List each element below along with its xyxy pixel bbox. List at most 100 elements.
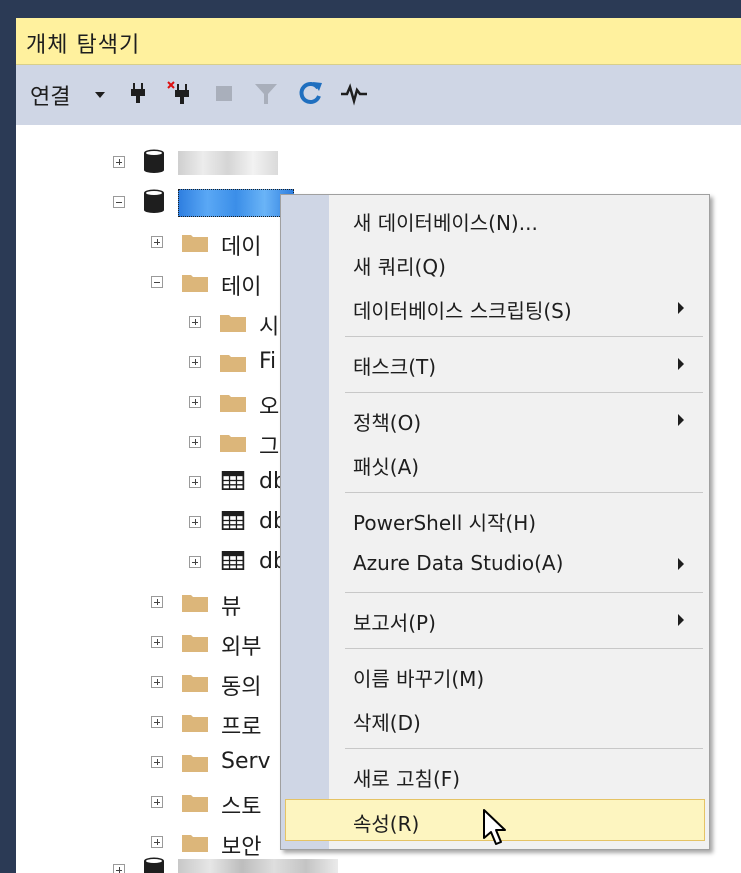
menu-separator [345,336,703,337]
menu-item-facets[interactable]: 패싯(A) [285,443,705,483]
tree-item[interactable]: 뷰 [16,583,306,623]
menu-item-start-powershell[interactable]: PowerShell 시작(H) [285,499,705,539]
tree-item[interactable]: Serv [16,743,306,783]
menu-item-label: 새 쿼리(Q) [353,255,446,279]
tree-item-label: 프로 [221,715,262,740]
database-icon [144,857,164,873]
menu-item-policies[interactable]: 정책(O) [285,399,705,439]
tree-item[interactable]: 오 [16,383,306,423]
menu-item-label: 보고서(P) [353,611,436,635]
menu-item-label: 새로 고침(F) [353,767,461,791]
folder-icon [182,675,208,692]
menu-item-label: 새 데이터베이스(N)... [353,211,538,235]
menu-separator [345,648,703,649]
expand-icon[interactable] [151,636,163,648]
expand-icon[interactable] [151,756,163,768]
menu-item-rename[interactable]: 이름 바꾸기(M) [285,655,705,695]
submenu-arrow-icon [678,558,684,570]
folder-icon [182,635,208,652]
menu-item-label: 패싯(A) [353,455,420,479]
folder-icon [220,315,246,332]
refresh-icon[interactable] [297,79,325,107]
mouse-pointer-icon [483,809,506,845]
tree-item[interactable]: 데이 [16,223,306,263]
tree-item[interactable]: db [16,463,306,503]
tree-node-database-selected[interactable] [16,183,316,223]
tree-item[interactable]: 테이 [16,263,306,303]
expand-icon[interactable] [151,716,163,728]
tree-item[interactable]: 시 [16,303,306,343]
tree-item-label: 뷰 [221,595,242,620]
tree-item-label: 테이 [221,275,262,300]
folder-icon [182,235,208,252]
tree-item[interactable]: 동의 [16,663,306,703]
panel-title-bar[interactable]: 개체 탐색기 [16,18,741,65]
expand-icon[interactable] [189,476,201,488]
disconnect-plug-icon[interactable] [166,79,194,107]
expand-icon[interactable] [113,156,125,168]
expand-icon[interactable] [189,396,201,408]
expand-icon[interactable] [189,556,201,568]
menu-item-reports[interactable]: 보고서(P) [285,599,705,639]
tree-item[interactable]: 그 [16,423,306,463]
window-frame: 개체 탐색기 연결 데이 테이 시 Fi 오 그 db db db 뷰 외부 동… [0,0,741,873]
chevron-down-icon[interactable] [95,92,105,98]
menu-item-new-database[interactable]: 새 데이터베이스(N)... [285,199,705,239]
expand-icon[interactable] [189,436,201,448]
tree-item-label: 그 [259,435,280,460]
expand-icon[interactable] [151,596,163,608]
collapse-icon[interactable] [113,196,125,208]
menu-item-tasks[interactable]: 태스크(T) [285,343,705,383]
tree-item[interactable]: Fi [16,343,306,383]
tree-item[interactable]: 스토 [16,783,306,823]
menu-item-new-query[interactable]: 새 쿼리(Q) [285,243,705,283]
table-icon [221,471,245,490]
tree-node-database-1[interactable] [16,143,316,183]
submenu-arrow-icon [678,358,684,370]
tree-item[interactable]: 프로 [16,703,306,743]
activity-monitor-icon[interactable] [340,79,368,107]
menu-item-label: Azure Data Studio(A) [353,551,564,575]
expand-icon[interactable] [189,356,201,368]
expand-icon[interactable] [189,516,201,528]
expand-icon[interactable] [189,316,201,328]
submenu-arrow-icon [678,302,684,314]
menu-item-azure-data-studio[interactable]: Azure Data Studio(A) [285,543,705,583]
tree-item-label: 동의 [221,675,262,700]
expand-icon[interactable] [113,864,125,873]
submenu-arrow-icon [678,614,684,626]
menu-separator [345,392,703,393]
tree-item-label: 스토 [221,795,262,820]
tree-item-label: 오 [259,395,280,420]
expand-icon[interactable] [151,796,163,808]
collapse-icon[interactable] [151,276,163,288]
database-icon [144,189,164,213]
expand-icon[interactable] [151,676,163,688]
menu-item-label: PowerShell 시작(H) [353,511,537,535]
tree-node-database-3[interactable] [16,853,346,873]
tree-item[interactable]: db [16,503,306,543]
menu-item-label: 태스크(T) [353,355,437,379]
folder-icon [220,355,246,372]
menu-item-script-database[interactable]: 데이터베이스 스크립팅(S) [285,287,705,327]
tree-item-label: 시 [259,315,280,340]
menu-item-label: 데이터베이스 스크립팅(S) [353,299,572,323]
database-icon [144,149,164,173]
filter-icon[interactable] [252,79,280,107]
stop-icon[interactable] [210,79,238,107]
menu-item-delete[interactable]: 삭제(D) [285,699,705,739]
folder-icon [182,715,208,732]
expand-icon[interactable] [151,836,163,848]
connect-plug-icon[interactable] [124,79,152,107]
connect-dropdown-button[interactable]: 연결 [30,79,70,111]
tree-item[interactable]: 외부 [16,623,306,663]
menu-separator [345,748,703,749]
table-icon [221,511,245,530]
panel-title: 개체 탐색기 [26,33,141,58]
expand-icon[interactable] [151,236,163,248]
menu-item-refresh[interactable]: 새로 고침(F) [285,755,705,795]
selected-database-name[interactable] [178,189,294,217]
tree-item-label: 외부 [221,635,262,660]
folder-icon [182,795,208,812]
tree-item[interactable]: db [16,543,306,583]
